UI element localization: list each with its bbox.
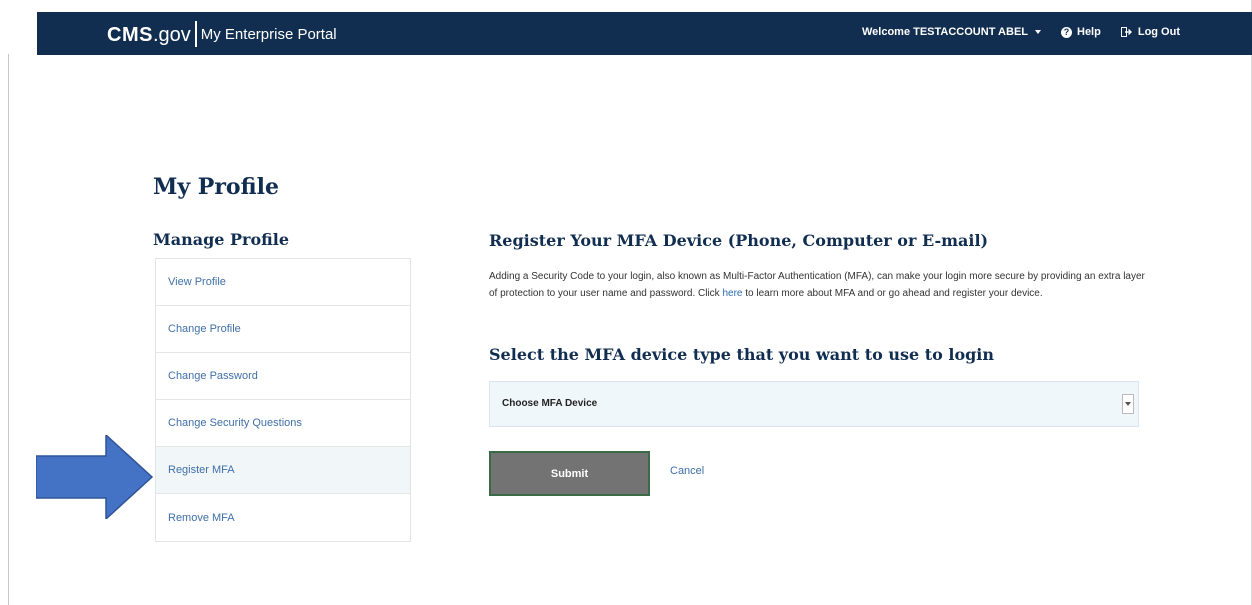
cancel-link[interactable]: Cancel: [670, 465, 704, 477]
sidebar-title: Manage Profile: [153, 230, 290, 249]
logout-link[interactable]: Log Out: [1120, 26, 1180, 38]
pointer-arrow-icon: [36, 435, 154, 519]
logo-gov-text: .gov: [152, 24, 191, 46]
cms-logo[interactable]: CMS.gov My Enterprise Portal: [107, 21, 337, 47]
help-label: Help: [1077, 26, 1101, 38]
page-title: My Profile: [153, 174, 279, 200]
mfa-device-select[interactable]: Choose MFA Device: [489, 381, 1139, 427]
submit-button[interactable]: Submit: [489, 451, 650, 496]
welcome-user-menu[interactable]: Welcome TESTACCOUNT ABEL: [862, 26, 1041, 38]
desc-text-after: to learn more about MFA and or go ahead …: [742, 288, 1043, 299]
sidebar-item-change-security-questions[interactable]: Change Security Questions: [156, 400, 410, 447]
sidebar-item-view-profile[interactable]: View Profile: [156, 259, 410, 306]
sidebar-item-remove-mfa[interactable]: Remove MFA: [156, 494, 410, 541]
manage-profile-menu: View Profile Change Profile Change Passw…: [155, 258, 411, 542]
top-navbar: CMS.gov My Enterprise Portal Welcome TEST…: [37, 12, 1252, 55]
sidebar-item-change-password[interactable]: Change Password: [156, 353, 410, 400]
select-dropdown-button[interactable]: [1122, 394, 1134, 414]
help-link[interactable]: ? Help: [1061, 26, 1101, 38]
sidebar-item-register-mfa[interactable]: Register MFA: [156, 447, 410, 494]
sidebar-item-change-profile[interactable]: Change Profile: [156, 306, 410, 353]
select-device-title: Select the MFA device type that you want…: [489, 345, 995, 364]
chevron-down-icon: [1125, 402, 1131, 406]
learn-more-link[interactable]: here: [722, 288, 742, 299]
question-circle-icon: ?: [1061, 26, 1072, 38]
portal-name: My Enterprise Portal: [200, 26, 337, 43]
logout-label: Log Out: [1137, 26, 1180, 38]
sign-out-icon: [1120, 27, 1132, 37]
mfa-description: Adding a Security Code to your login, al…: [489, 268, 1149, 302]
logo-separator: [194, 21, 197, 47]
welcome-text: Welcome TESTACCOUNT ABEL: [861, 26, 1028, 38]
caret-down-icon: [1035, 30, 1041, 34]
mfa-section-title: Register Your MFA Device (Phone, Compute…: [489, 231, 989, 250]
header-user-nav: Welcome TESTACCOUNT ABEL ? Help Log Out: [862, 26, 1180, 38]
screenshot-frame-left: [8, 54, 9, 605]
select-value: Choose MFA Device: [502, 398, 598, 409]
logo-cms-text: CMS: [107, 24, 153, 46]
